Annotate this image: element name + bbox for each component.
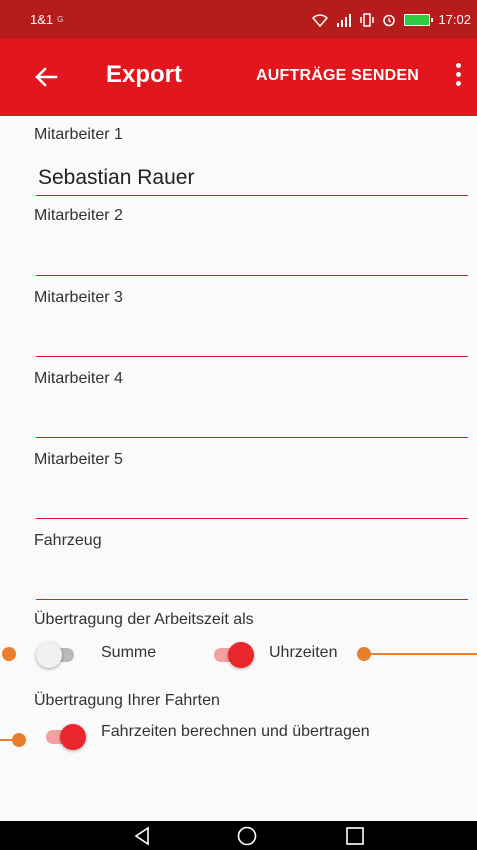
switch-thumb [228,642,254,668]
battery-icon [404,13,434,26]
switch-thumb [36,642,62,668]
mitarbeiter-1-input[interactable] [36,160,468,196]
fahrzeug-input[interactable] [36,564,468,600]
signal-icon [337,13,352,27]
vibrate-icon [360,12,375,27]
summe-switch[interactable] [36,642,78,668]
wifi-icon [312,13,329,27]
send-orders-button[interactable]: AUFTRÄGE SENDEN [256,67,419,85]
status-bar: 1&1 G 17:02 [0,0,477,39]
page-title: Export [106,61,183,88]
app-bar: Export AUFTRÄGE SENDEN [0,39,477,116]
clock-label: 17:02 [438,12,471,27]
fahrzeiten-label: Fahrzeiten berechnen und übertragen [101,723,370,740]
uhrzeiten-label: Uhrzeiten [269,644,338,661]
carrier-label: 1&1 [30,12,54,27]
triangle-back-icon[interactable] [131,825,153,847]
mitarbeiter-5-input[interactable] [36,483,468,519]
network-label: G [57,15,64,24]
field-label-fahrzeug: Fahrzeug [34,532,102,549]
mitarbeiter-4-input[interactable] [36,402,468,438]
mitarbeiter-2-input[interactable] [36,240,468,276]
callout-line-uhrzeiten [364,653,477,655]
status-left: 1&1 G [30,12,63,27]
alarm-icon [383,14,396,26]
arrow-left-icon[interactable] [32,63,60,91]
field-label-mitarbeiter-1: Mitarbeiter 1 [34,126,123,143]
uhrzeiten-switch[interactable] [212,642,254,668]
more-vert-icon[interactable] [452,63,464,93]
field-label-mitarbeiter-4: Mitarbeiter 4 [34,370,123,387]
trips-section-label: Übertragung Ihrer Fahrten [34,692,220,709]
field-label-mitarbeiter-5: Mitarbeiter 5 [34,451,123,468]
field-label-mitarbeiter-3: Mitarbeiter 3 [34,289,123,306]
field-label-mitarbeiter-2: Mitarbeiter 2 [34,207,123,224]
switch-thumb [60,724,86,750]
mitarbeiter-3-input[interactable] [36,321,468,357]
worktime-section-label: Übertragung der Arbeitszeit als [34,611,254,628]
callout-line-fahrzeiten [0,739,18,741]
status-right: 17:02 [312,12,471,27]
summe-label: Summe [101,644,157,661]
system-nav-bar [0,821,477,850]
callout-dot-summe [2,647,16,661]
square-recents-icon[interactable] [344,825,366,847]
fahrzeiten-switch[interactable] [44,724,86,750]
circle-home-icon[interactable] [236,825,258,847]
